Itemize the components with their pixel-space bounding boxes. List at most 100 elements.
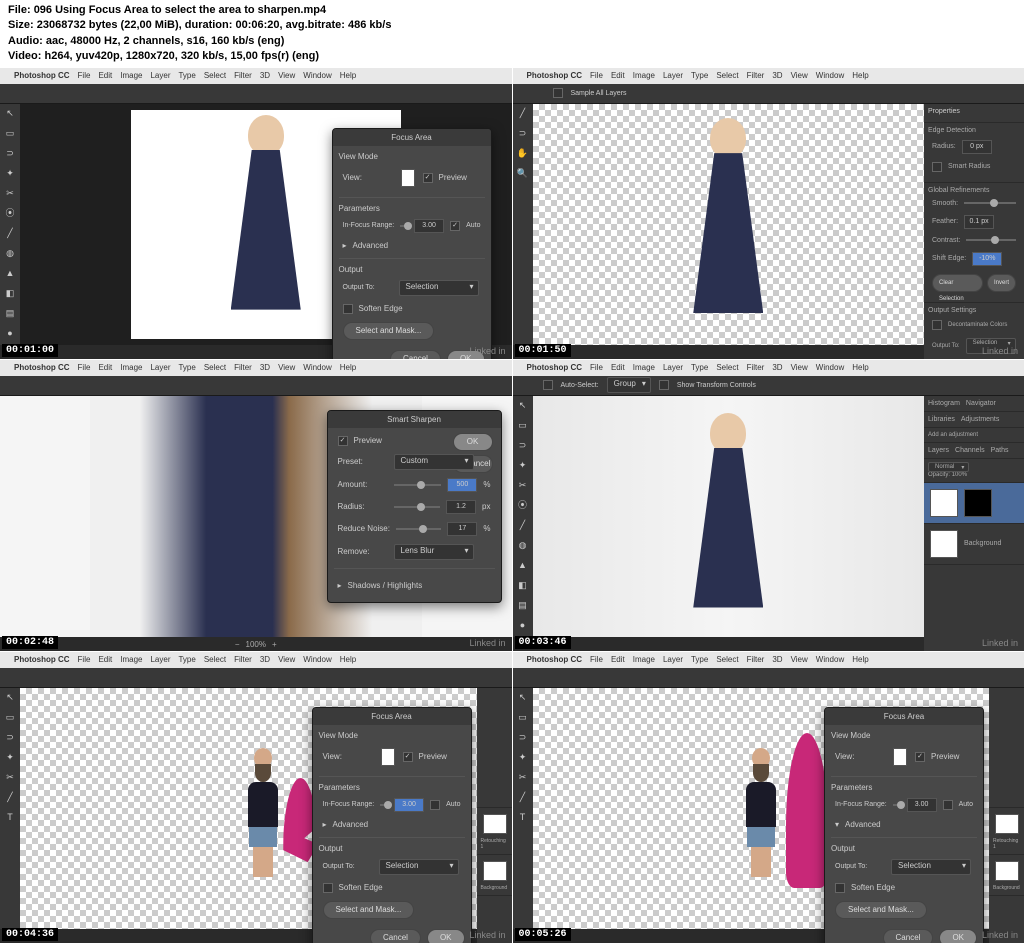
tools-panel[interactable]: ↖ ▭ ⊃ ✦ ✂ ╱ T <box>0 688 20 929</box>
output-select[interactable]: Selection <box>379 859 459 875</box>
range-value[interactable]: 3.00 <box>394 798 424 812</box>
menu-type[interactable]: Type <box>178 363 195 372</box>
gradient-tool-icon[interactable]: ▤ <box>3 306 17 320</box>
menubar[interactable]: Photoshop CC File Edit Image Layer Type … <box>513 68 1024 84</box>
menu-filter[interactable]: Filter <box>747 71 765 80</box>
output-select[interactable]: Selection <box>891 859 971 875</box>
range-value[interactable]: 3.00 <box>414 219 444 233</box>
select-mask-button[interactable]: Select and Mask... <box>835 901 927 919</box>
hand-tool-icon[interactable]: ✋ <box>516 146 530 160</box>
focus-area-dialog[interactable]: Focus Area View Mode View: Preview Param… <box>332 128 492 359</box>
range-slider[interactable] <box>380 804 388 806</box>
menu-help[interactable]: Help <box>852 363 868 372</box>
tools-panel[interactable]: ↖ ▭ ⊃ ✦ ✂ ⦿ ╱ ◍ ▲ ◧ ▤ ● ✎ T ✋ 🔍 <box>513 396 533 637</box>
cancel-button[interactable]: Cancel <box>883 929 934 943</box>
menu-image[interactable]: Image <box>120 71 142 80</box>
menu-select[interactable]: Select <box>716 363 738 372</box>
layer-name[interactable]: Retouching 1 <box>481 838 508 850</box>
cancel-button[interactable]: Cancel <box>390 350 441 359</box>
tab-channels[interactable]: Channels <box>955 447 985 454</box>
brush-tool-icon[interactable]: ╱ <box>516 518 530 532</box>
options-bar[interactable] <box>0 376 512 396</box>
menu-filter[interactable]: Filter <box>747 655 765 664</box>
menu-type[interactable]: Type <box>691 655 708 664</box>
app-name[interactable]: Photoshop CC <box>14 71 70 80</box>
menu-3d[interactable]: 3D <box>772 363 782 372</box>
marquee-tool-icon[interactable]: ▭ <box>3 710 17 724</box>
shift-value[interactable]: -10% <box>972 252 1002 266</box>
layer-bg-name[interactable]: Background <box>481 885 508 891</box>
app-name[interactable]: Photoshop CC <box>527 363 583 372</box>
lasso-tool-icon[interactable]: ⊃ <box>516 438 530 452</box>
lasso-tool-icon[interactable]: ⊃ <box>3 730 17 744</box>
auto-select-mode[interactable]: Group <box>607 377 651 393</box>
options-bar[interactable]: Sample All Layers <box>513 84 1024 104</box>
tab-adjustments[interactable]: Adjustments <box>961 416 1000 423</box>
menu-layer[interactable]: Layer <box>150 363 170 372</box>
layer-thumb[interactable] <box>483 814 507 834</box>
auto-checkbox[interactable] <box>450 221 460 231</box>
dialog-title[interactable]: Smart Sharpen <box>328 411 501 428</box>
feather-value[interactable]: 0.1 px <box>964 215 994 229</box>
zoom-tool-icon[interactable]: 🔍 <box>516 166 530 180</box>
move-tool-icon[interactable]: ↖ <box>3 690 17 704</box>
layer-thumb[interactable] <box>930 489 958 517</box>
menu-layer[interactable]: Layer <box>663 655 683 664</box>
app-name[interactable]: Photoshop CC <box>14 363 70 372</box>
stamp-tool-icon[interactable]: ▲ <box>3 266 17 280</box>
opacity-value[interactable]: 100% <box>952 472 967 478</box>
layers-mini-panel[interactable]: Retouching 1 Background <box>477 688 512 943</box>
layer-bg-name[interactable]: Background <box>993 885 1020 891</box>
menu-image[interactable]: Image <box>633 71 655 80</box>
lasso-tool-icon[interactable]: ⊃ <box>3 146 17 160</box>
radius-slider[interactable] <box>394 506 441 508</box>
view-thumbnail[interactable] <box>401 169 415 187</box>
menu-help[interactable]: Help <box>852 655 868 664</box>
soften-checkbox[interactable] <box>343 304 353 314</box>
menubar[interactable]: Photoshop CC File Edit Image Layer Type … <box>513 360 1024 376</box>
menu-filter[interactable]: Filter <box>234 363 252 372</box>
menu-image[interactable]: Image <box>633 363 655 372</box>
menu-view[interactable]: View <box>791 655 808 664</box>
preview-checkbox[interactable] <box>423 173 433 183</box>
zoom-out-icon[interactable]: − <box>235 640 240 649</box>
range-value[interactable]: 3.00 <box>907 798 937 812</box>
menu-view[interactable]: View <box>278 655 295 664</box>
eraser-tool-icon[interactable]: ◧ <box>3 286 17 300</box>
menu-help[interactable]: Help <box>340 655 356 664</box>
output-select[interactable]: Selection <box>399 280 479 296</box>
dialog-title[interactable]: Focus Area <box>333 129 491 146</box>
auto-checkbox[interactable] <box>430 800 440 810</box>
show-transform-checkbox[interactable] <box>659 380 669 390</box>
type-tool-icon[interactable]: T <box>516 810 530 824</box>
ok-button[interactable]: OK <box>427 929 465 943</box>
brush-tool-icon[interactable]: ╱ <box>3 226 17 240</box>
tab-histogram[interactable]: Histogram <box>928 400 960 407</box>
dodge-tool-icon[interactable]: ● <box>516 618 530 632</box>
app-name[interactable]: Photoshop CC <box>527 655 583 664</box>
menu-select[interactable]: Select <box>716 71 738 80</box>
tools-panel[interactable]: ╱ ⊃ ✋ 🔍 <box>513 104 533 345</box>
type-tool-icon[interactable]: T <box>3 810 17 824</box>
menu-file[interactable]: File <box>590 363 603 372</box>
menu-view[interactable]: View <box>791 71 808 80</box>
smooth-slider[interactable] <box>964 202 1016 204</box>
ok-button[interactable]: OK <box>453 433 493 451</box>
eyedropper-tool-icon[interactable]: ⦿ <box>516 498 530 512</box>
app-name[interactable]: Photoshop CC <box>14 655 70 664</box>
menu-file[interactable]: File <box>590 655 603 664</box>
menu-layer[interactable]: Layer <box>663 363 683 372</box>
brush-tool-icon[interactable]: ╱ <box>516 790 530 804</box>
advanced-toggle[interactable]: Advanced <box>333 820 369 829</box>
menu-layer[interactable]: Layer <box>150 655 170 664</box>
menu-3d[interactable]: 3D <box>772 655 782 664</box>
tab-navigator[interactable]: Navigator <box>966 400 996 407</box>
crop-tool-icon[interactable]: ✂ <box>3 770 17 784</box>
blend-mode-select[interactable]: Normal <box>928 462 969 472</box>
preset-select[interactable]: Custom <box>394 454 474 470</box>
menu-view[interactable]: View <box>278 71 295 80</box>
range-slider[interactable] <box>400 225 408 227</box>
menu-3d[interactable]: 3D <box>260 71 270 80</box>
properties-panel[interactable]: Properties Edge Detection Radius:0 px Sm… <box>924 104 1024 359</box>
view-thumbnail[interactable] <box>381 748 395 766</box>
